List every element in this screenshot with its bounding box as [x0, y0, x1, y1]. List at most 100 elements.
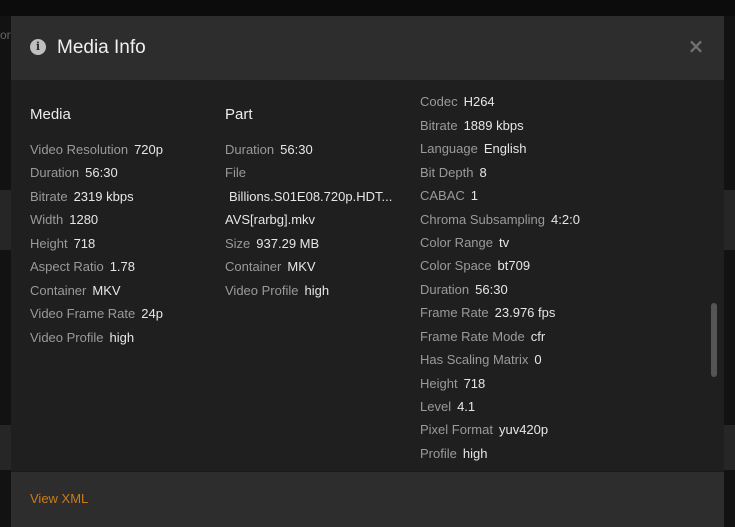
info-value: 1 [470, 188, 479, 203]
info-value: 1280 [69, 212, 99, 227]
info-row: Video Profile high [225, 283, 329, 299]
info-label: Height [420, 376, 458, 391]
info-label: Pixel Format [420, 422, 493, 437]
info-value: high [462, 446, 488, 461]
info-label: Has Scaling Matrix [420, 352, 529, 367]
backdrop-edge-text: or [0, 28, 11, 42]
backdrop-strip [724, 425, 735, 470]
info-label: Duration [30, 165, 80, 180]
info-value: 0 [534, 352, 542, 367]
info-value: Billions.S01E08.720p.HDT... [229, 189, 393, 204]
info-value: 2319 kbps [73, 189, 134, 204]
info-label: Video Profile [30, 330, 104, 345]
info-row: Color Range tv [420, 235, 509, 251]
view-xml-link[interactable]: View XML [30, 491, 88, 507]
info-value: bt709 [497, 258, 531, 273]
info-row: Chroma Subsampling 4:2:0 [420, 212, 580, 228]
info-row: Height 718 [420, 376, 485, 392]
info-value: H264 [463, 94, 495, 109]
info-label: Bitrate [30, 189, 68, 204]
info-row: Duration 56:30 [420, 282, 508, 298]
media-info-dialog: i Media Info × Media Video Resolution 720… [11, 16, 724, 527]
info-row: Color Space bt709 [420, 258, 530, 274]
info-label: Level [420, 399, 452, 414]
info-label: Color Space [420, 258, 492, 273]
info-label: Frame Rate Mode [420, 329, 525, 344]
info-label: Profile [420, 446, 457, 461]
info-value: tv [499, 235, 510, 250]
info-value: yuv420p [498, 422, 549, 437]
info-value: 56:30 [475, 282, 508, 297]
info-label: Duration [420, 282, 470, 297]
info-value: MKV [92, 283, 121, 298]
info-row: Video Frame Rate 24p [30, 306, 163, 322]
dialog-title: Media Info [57, 37, 146, 58]
info-value: 718 [463, 376, 486, 391]
dialog-body[interactable]: Media Video Resolution 720p Duration 56:30… [11, 81, 724, 471]
close-icon[interactable]: × [686, 35, 706, 57]
info-icon: i [30, 39, 46, 55]
info-label: File [225, 165, 246, 180]
backdrop-strip [0, 425, 11, 470]
dialog-header: i Media Info × [11, 16, 724, 81]
info-row: File [225, 165, 246, 181]
info-row: Container MKV [225, 259, 316, 275]
info-row: Video Resolution 720p [30, 142, 163, 158]
info-label: Height [30, 236, 68, 251]
info-label: Frame Rate [420, 305, 489, 320]
media-heading: Media [30, 106, 71, 123]
info-value: 56:30 [85, 165, 118, 180]
info-label: CABAC [420, 188, 465, 203]
info-value: high [109, 330, 135, 345]
info-label: Codec [420, 94, 458, 109]
info-label: Aspect Ratio [30, 259, 104, 274]
info-row: Frame Rate Mode cfr [420, 329, 545, 345]
info-value: high [304, 283, 330, 298]
file-name-line: AVS[rarbg].mkv [225, 212, 315, 228]
info-label: Bit Depth [420, 165, 474, 180]
info-value: 23.976 fps [494, 305, 556, 320]
info-label: Video Resolution [30, 142, 129, 157]
info-row: Bit Depth 8 [420, 165, 487, 181]
info-label: Language [420, 141, 478, 156]
info-label: Duration [225, 142, 275, 157]
info-value: 4:2:0 [551, 212, 580, 227]
info-value: 24p [141, 306, 163, 321]
info-row: Duration 56:30 [225, 142, 313, 158]
info-value: cfr [530, 329, 546, 344]
info-row: Aspect Ratio 1.78 [30, 259, 135, 275]
info-row: Language English [420, 141, 526, 157]
info-row: Size 937.29 MB [225, 236, 319, 252]
info-value: 8 [479, 165, 487, 180]
info-row: Bitrate 2319 kbps [30, 189, 134, 205]
info-label: Container [225, 259, 282, 274]
info-value: 720p [134, 142, 163, 157]
info-value: MKV [287, 259, 316, 274]
scrollbar[interactable] [710, 81, 719, 471]
info-label: Video Profile [225, 283, 299, 298]
info-row: Level 4.1 [420, 399, 475, 415]
info-row: CABAC 1 [420, 188, 478, 204]
info-row: Height 718 [30, 236, 95, 252]
info-row: Frame Rate 23.976 fps [420, 305, 555, 321]
file-name-line: Billions.S01E08.720p.HDT... [229, 189, 392, 205]
info-value: 718 [73, 236, 96, 251]
info-label: Color Range [420, 235, 493, 250]
info-value: 56:30 [280, 142, 313, 157]
part-heading: Part [225, 106, 253, 123]
info-row: Codec H264 [420, 94, 495, 110]
dialog-footer: View XML [11, 471, 724, 527]
backdrop-strip [0, 190, 11, 250]
info-value: 1889 kbps [463, 118, 524, 133]
info-row: Pixel Format yuv420p [420, 422, 548, 438]
info-row: Has Scaling Matrix 0 [420, 352, 542, 368]
info-row: Video Profile high [30, 330, 134, 346]
scrollbar-thumb[interactable] [711, 303, 717, 377]
info-row: Duration 56:30 [30, 165, 118, 181]
info-label: Container [30, 283, 87, 298]
backdrop-top-bar [0, 0, 735, 16]
info-label: Video Frame Rate [30, 306, 136, 321]
info-row: Width 1280 [30, 212, 98, 228]
backdrop-strip [724, 190, 735, 250]
info-row: Bitrate 1889 kbps [420, 118, 524, 134]
